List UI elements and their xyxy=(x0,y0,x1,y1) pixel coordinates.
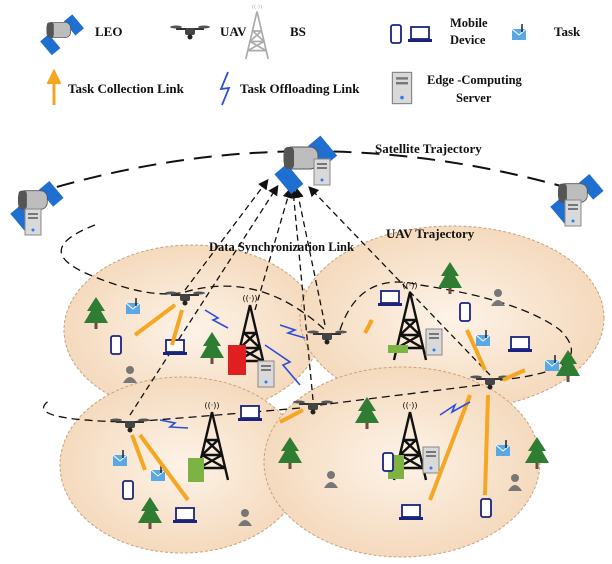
diagram: ((·)) LEO UAV BS Mobile Device Task Task… xyxy=(0,0,612,564)
legend-mobile-device-label-2: Device xyxy=(450,33,486,47)
legend-leo-label: LEO xyxy=(95,24,122,39)
edge-server-icon xyxy=(313,158,331,186)
legend-task-label: Task xyxy=(554,24,581,39)
edge-server-rack-green xyxy=(188,458,204,482)
legend-edge-server-label-2: Server xyxy=(456,91,492,105)
task-icon xyxy=(511,23,527,41)
collection-arrow-icon xyxy=(46,68,62,105)
legend: LEO UAV BS Mobile Device Task Task Colle… xyxy=(39,3,581,106)
edge-server-icon xyxy=(24,208,42,236)
legend-task-offloading-link-label: Task Offloading Link xyxy=(240,81,360,96)
legend-bs-label: BS xyxy=(290,24,306,39)
laptop-icon xyxy=(398,504,424,521)
legend-uav-label: UAV xyxy=(220,24,247,39)
phone-icon xyxy=(390,24,402,44)
phone-icon xyxy=(480,498,492,518)
phone-icon xyxy=(122,480,134,500)
network-diagram: ((·)) LEO UAV BS Mobile Device Task Task… xyxy=(9,3,605,558)
leo-satellite-icon xyxy=(39,14,85,56)
satellite-trajectory-label: Satellite Trajectory xyxy=(375,141,482,156)
edge-server-icon xyxy=(425,328,443,356)
coverage-cells xyxy=(59,225,605,558)
phone-icon xyxy=(382,452,394,472)
data-sync-link-label: Data Synchronization Link xyxy=(209,240,354,254)
edge-server-icon xyxy=(564,199,582,227)
legend-task-collection-link-label: Task Collection Link xyxy=(68,81,185,96)
phone-icon xyxy=(459,302,471,322)
laptop-icon xyxy=(507,336,533,353)
laptop-icon xyxy=(237,405,263,422)
edge-server-icon xyxy=(422,446,440,474)
edge-server-icon xyxy=(257,360,275,388)
edge-server-rack-green xyxy=(388,345,408,353)
laptop-icon xyxy=(377,290,403,307)
uav-trajectory-label: UAV Trajectory xyxy=(386,226,475,241)
laptop-icon xyxy=(162,339,188,356)
uav-icon xyxy=(169,24,211,41)
laptop-icon xyxy=(172,507,198,524)
edge-server-icon xyxy=(391,71,413,105)
offloading-lightning-icon xyxy=(219,71,231,106)
phone-icon xyxy=(110,335,122,355)
laptop-icon xyxy=(407,26,433,43)
legend-edge-server-label-1: Edge -Computing xyxy=(427,73,523,87)
base-station-icon xyxy=(244,3,270,60)
edge-server-rack-red xyxy=(228,345,246,375)
legend-mobile-device-label-1: Mobile xyxy=(450,16,488,30)
